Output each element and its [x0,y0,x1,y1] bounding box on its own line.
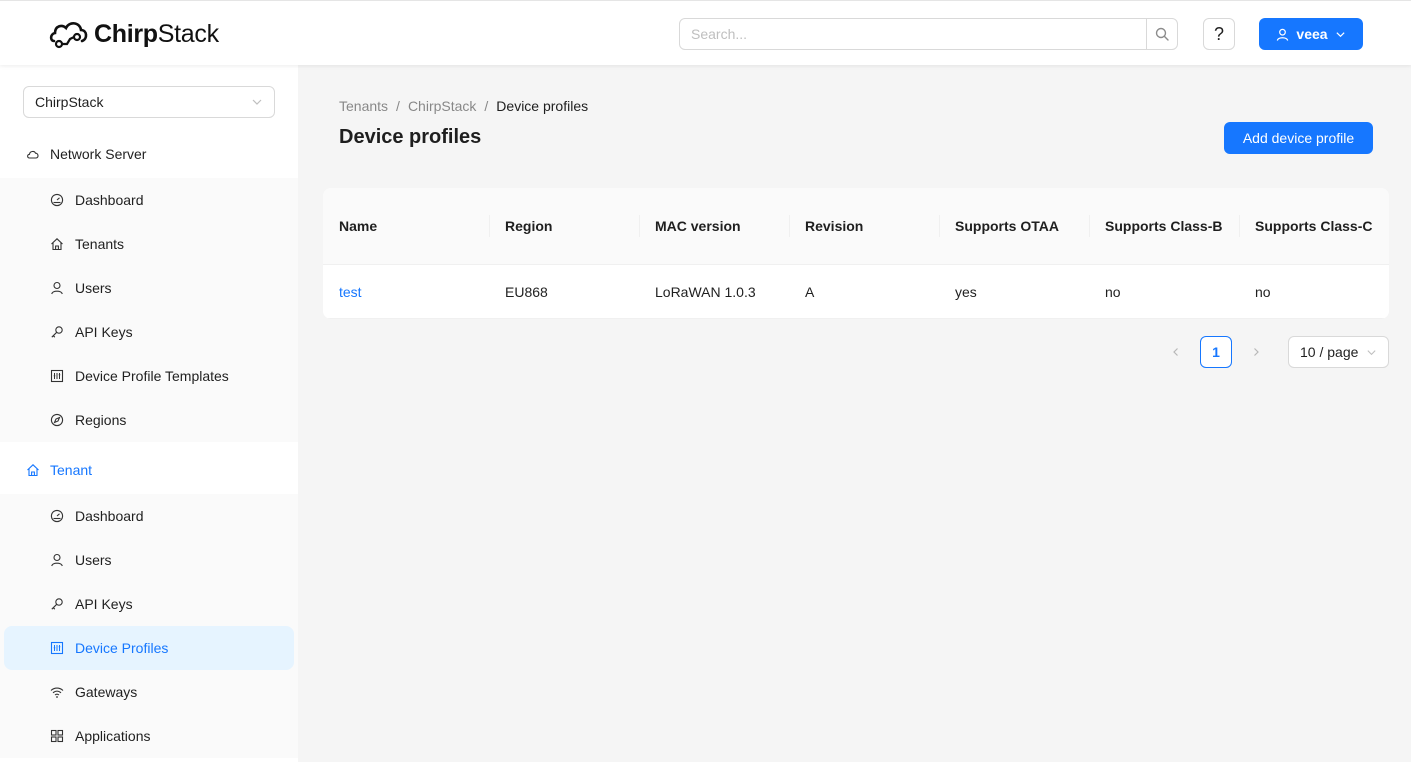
user-icon [1277,28,1289,41]
ns-api-keys-label: API Keys [75,324,133,340]
home-icon [26,463,40,477]
page-title: Device profiles [339,126,482,148]
page-1-button[interactable]: 1 [1200,336,1232,368]
chevron-right-icon [1254,348,1259,356]
tenant-users-label: Users [75,552,112,568]
network-server-submenu: Dashboard Tenants Users API Keys Device … [0,178,298,442]
breadcrumb-chirpstack[interactable]: ChirpStack [408,98,476,116]
ns-tenants-item[interactable]: Tenants [0,222,298,266]
cell-mac-version: LoRaWAN 1.0.3 [655,283,756,300]
tenant-submenu: Dashboard Users API Keys Device Profiles… [0,494,298,758]
question-icon: ? [1213,23,1224,44]
add-device-profile-button[interactable]: Add device profile [1224,122,1373,154]
tenant-gateways-item[interactable]: Gateways [0,670,298,714]
next-page-button[interactable] [1240,336,1272,368]
search-icon [1155,27,1169,41]
chevron-left-icon [1173,348,1178,356]
ns-regions-label: Regions [75,412,127,428]
column-header-mac-version: MAC version [639,188,789,264]
tenant-applications-label: Applications [75,728,151,744]
prev-page-button[interactable] [1160,336,1192,368]
compass-icon [50,413,64,427]
user-icon [50,281,64,295]
user-name: veea [1296,26,1328,42]
tenant-select-value: ChirpStack [35,94,104,110]
column-header-supports-class-c: Supports Class-C [1239,188,1389,264]
breadcrumb-current: Device profiles [496,98,589,114]
tenant-device-profiles-item[interactable]: Device Profiles [4,626,294,670]
tenant-applications-item[interactable]: Applications [0,714,298,758]
search-button[interactable] [1146,19,1177,49]
chevron-down-icon [252,99,262,105]
cell-revision: A [805,283,815,300]
tenant-users-item[interactable]: Users [0,538,298,582]
ns-dashboard-label: Dashboard [75,192,144,208]
device-profiles-table: Name Region MAC version Revision Support… [323,188,1389,319]
search-bar [679,18,1178,50]
device-profile-link[interactable]: test [339,284,362,300]
profile-icon [50,641,64,655]
ns-api-keys-item[interactable]: API Keys [0,310,298,354]
tenant-dashboard-label: Dashboard [75,508,144,524]
top-header: ChirpStack ? veea [0,0,1411,65]
cell-supports-class-b: no [1105,283,1121,300]
cell-name: test [323,265,489,318]
cell-supports-otaa: yes [955,283,977,300]
tenant-group[interactable]: Tenant [0,446,298,494]
chirpstack-logo[interactable]: ChirpStack [48,16,219,52]
breadcrumb: Tenants / ChirpStack / Device profiles [339,98,588,116]
wifi-icon [50,685,64,699]
tenant-gateways-label: Gateways [75,684,138,700]
sidebar: ChirpStack Network Server Dashboard Tena… [0,65,298,762]
profile-icon [50,369,64,383]
network-server-label: Network Server [50,146,147,162]
network-server-menu: Network Server Dashboard Tenants Users A… [0,130,298,442]
tenant-device-profiles-label: Device Profiles [75,640,169,656]
cloud-icon [26,147,40,161]
dashboard-icon [50,509,64,523]
user-icon [50,553,64,567]
ns-regions-item[interactable]: Regions [0,398,298,442]
dashboard-icon [50,193,64,207]
pagination: 1 10 / page [1160,336,1389,368]
table-header: Name Region MAC version Revision Support… [323,188,1389,265]
chirpstack-logo-icon [49,22,88,49]
home-icon [50,237,64,251]
column-header-supports-otaa: Supports OTAA [939,188,1089,264]
breadcrumb-tenants[interactable]: Tenants [339,98,388,116]
column-header-revision: Revision [789,188,939,264]
column-header-region: Region [489,188,639,264]
tenant-select[interactable]: ChirpStack [23,86,275,118]
help-button[interactable]: ? [1203,18,1235,50]
tenant-label: Tenant [50,462,93,478]
tenant-dashboard-item[interactable]: Dashboard [0,494,298,538]
chevron-down-icon [1367,349,1376,355]
breadcrumb-separator: / [484,98,489,114]
table-row: test EU868 LoRaWAN 1.0.3 A yes no no [323,265,1389,319]
breadcrumb-separator: / [396,98,400,114]
ns-dashboard-item[interactable]: Dashboard [0,178,298,222]
tenant-menu: Tenant Dashboard Users API Keys Device P… [0,446,298,758]
page-size-value: 10 / page [1300,344,1359,360]
ns-users-label: Users [75,280,112,296]
ns-device-profile-templates-label: Device Profile Templates [75,368,229,384]
column-header-name: Name [339,218,378,234]
page-size-select[interactable]: 10 / page [1288,336,1389,368]
network-server-group[interactable]: Network Server [0,130,298,178]
logo-wordmark: ChirpStack [94,19,219,48]
tenant-api-keys-item[interactable]: API Keys [0,582,298,626]
chevron-down-icon [1335,31,1345,37]
user-menu-button[interactable]: veea [1259,18,1363,50]
cell-supports-class-c: no [1255,283,1271,300]
ns-users-item[interactable]: Users [0,266,298,310]
key-icon [50,325,64,339]
ns-tenants-label: Tenants [75,236,125,252]
tenant-api-keys-label: API Keys [75,596,133,612]
key-icon [50,597,64,611]
column-header-supports-class-b: Supports Class-B [1089,188,1239,264]
search-input[interactable] [680,19,1146,49]
ns-device-profile-templates-item[interactable]: Device Profile Templates [0,354,298,398]
cell-region: EU868 [505,283,548,300]
appstore-icon [50,729,64,743]
